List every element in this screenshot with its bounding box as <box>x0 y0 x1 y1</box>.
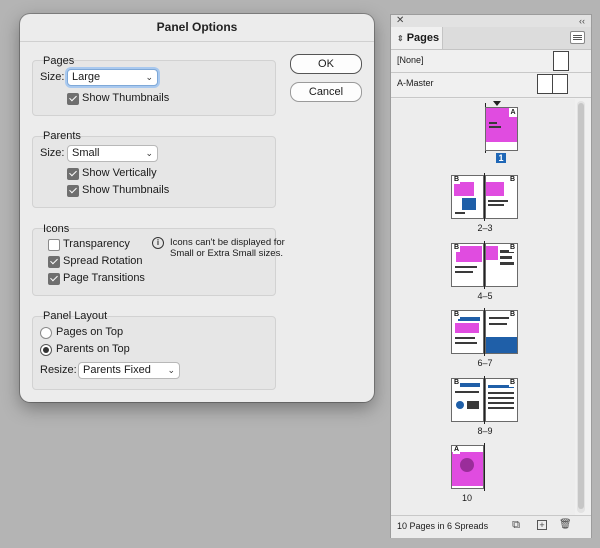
panel-layout-heading: Panel Layout <box>43 310 108 322</box>
tab-pages[interactable]: ⇕ Pages <box>391 27 443 49</box>
pages-size-select[interactable]: Large ⌄ <box>67 69 158 86</box>
panel-title-strip: ✕ ‹‹ <box>391 15 591 27</box>
icons-note: Icons can't be displayed for Small or Ex… <box>170 237 285 259</box>
cancel-button[interactable]: Cancel <box>290 82 362 102</box>
pages-on-top-radio[interactable] <box>40 327 52 339</box>
master-item-a-master[interactable]: A-Master <box>391 72 591 96</box>
spread-label: 2–3 <box>477 223 493 233</box>
parents-size-label: Size: <box>40 147 65 159</box>
page-thumbnail[interactable]: B <box>451 243 484 287</box>
close-icon[interactable]: ✕ <box>396 15 404 27</box>
master-item-none[interactable]: [None] <box>391 49 591 73</box>
parents-show-thumbnails-checkbox[interactable] <box>67 185 79 197</box>
transparency-label: Transparency <box>63 238 130 250</box>
pages-heading: Pages <box>43 55 75 67</box>
spread-rotation-label: Spread Rotation <box>63 255 143 267</box>
spread-label: 10 <box>461 493 472 503</box>
spread-10[interactable]: A 10 <box>449 443 519 509</box>
collapse-icon[interactable]: ‹‹ <box>579 15 585 27</box>
page-thumbnail[interactable]: B <box>451 310 484 354</box>
master-thumbnail-right <box>552 74 568 94</box>
parents-show-vertically-label: Show Vertically <box>82 167 157 179</box>
trash-icon[interactable]: 🗑 <box>559 520 572 530</box>
page-transitions-label: Page Transitions <box>63 272 145 284</box>
spread-1[interactable]: A 1 <box>449 101 519 163</box>
pages-panel: ✕ ‹‹ ⇕ Pages [None] A-Master A 1 B B 2–3… <box>390 14 592 538</box>
spread-8-9[interactable]: B B 8–9 <box>449 376 519 438</box>
panel-options-dialog: Panel Options Pages Size: Large ⌄ Show T… <box>20 14 374 402</box>
parents-show-thumbnails-label: Show Thumbnails <box>82 184 170 196</box>
new-page-icon[interactable]: + <box>537 520 547 530</box>
pages-size-label: Size: <box>40 71 65 83</box>
resize-select[interactable]: Parents Fixed ⌄ <box>78 362 180 379</box>
page-thumbnail[interactable]: A <box>485 107 518 151</box>
page-thumbnail[interactable]: B <box>485 243 518 287</box>
parents-on-top-label: Parents on Top <box>56 343 130 355</box>
spread-label: 4–5 <box>477 291 493 301</box>
spread-4-5[interactable]: B B 4–5 <box>449 241 519 303</box>
spread-2-3[interactable]: B B 2–3 <box>449 173 519 235</box>
parents-show-vertically-checkbox[interactable] <box>67 168 79 180</box>
spread-label: 8–9 <box>477 426 493 436</box>
edit-page-size-icon[interactable]: ⧉ <box>511 520 521 531</box>
page-thumbnail[interactable]: A <box>451 445 484 489</box>
page-thumbnail[interactable]: B <box>485 175 518 219</box>
pages-on-top-label: Pages on Top <box>56 326 124 338</box>
spread-6-7[interactable]: B B 6–7 <box>449 308 519 370</box>
page-thumbnail[interactable]: B <box>485 378 518 422</box>
scrollbar-thumb[interactable] <box>578 103 584 509</box>
chevron-down-icon: ⌄ <box>145 148 153 158</box>
pages-show-thumbnails-checkbox[interactable] <box>67 93 79 105</box>
spine-marker-icon <box>493 101 501 106</box>
panel-footer: 10 Pages in 6 Spreads ⧉ + 🗑 <box>391 515 591 538</box>
chevron-down-icon: ⌄ <box>145 72 153 82</box>
panel-tabbar: ⇕ Pages <box>391 27 591 50</box>
info-icon: i <box>152 237 164 249</box>
resize-label: Resize: <box>40 364 77 376</box>
parents-on-top-radio[interactable] <box>40 344 52 356</box>
transparency-checkbox[interactable] <box>48 239 60 251</box>
parents-size-select[interactable]: Small ⌄ <box>67 145 158 162</box>
spread-label: 6–7 <box>477 358 493 368</box>
master-thumbnail-left <box>537 74 553 94</box>
parents-heading: Parents <box>43 130 81 142</box>
chevron-down-icon: ⌄ <box>167 365 175 375</box>
panel-menu-icon[interactable] <box>570 31 585 44</box>
ok-button[interactable]: OK <box>290 54 362 74</box>
tab-options-icon: ⇕ <box>397 34 404 43</box>
page-count-text: 10 Pages in 6 Spreads <box>397 521 489 531</box>
icons-heading: Icons <box>43 223 70 235</box>
spread-label: 1 <box>496 153 506 163</box>
dialog-title: Panel Options <box>20 14 374 42</box>
master-thumbnail <box>553 51 569 71</box>
pages-show-thumbnails-label: Show Thumbnails <box>82 92 170 104</box>
page-thumbnail[interactable]: B <box>451 175 484 219</box>
page-thumbnail[interactable]: B <box>485 310 518 354</box>
page-transitions-checkbox[interactable] <box>48 273 60 285</box>
spread-rotation-checkbox[interactable] <box>48 256 60 268</box>
page-thumbnail[interactable]: B <box>451 378 484 422</box>
